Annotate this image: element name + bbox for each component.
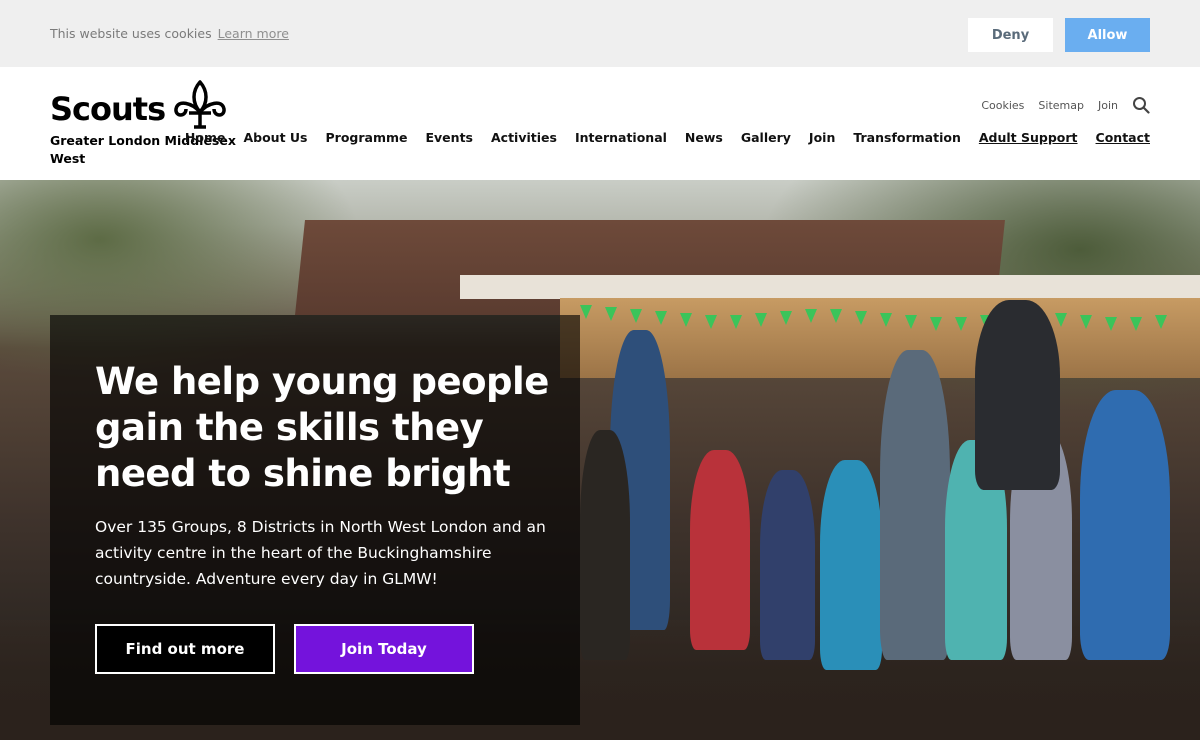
cookie-learn-more-link[interactable]: Learn more	[218, 26, 289, 41]
site-header: Scouts Greater London Middlesex West Coo…	[0, 67, 1200, 180]
nav-contact[interactable]: Contact	[1096, 130, 1150, 145]
utility-nav: Cookies Sitemap Join	[981, 96, 1150, 114]
search-icon[interactable]	[1132, 96, 1150, 114]
nav-join[interactable]: Join	[809, 130, 835, 145]
util-link-cookies[interactable]: Cookies	[981, 99, 1024, 112]
hero-photo-person	[880, 350, 950, 660]
hero-title: We help young people gain the skills the…	[95, 360, 549, 495]
hero-photo-person	[580, 430, 630, 660]
cookie-message-text: This website uses cookies	[50, 26, 212, 41]
util-link-sitemap[interactable]: Sitemap	[1038, 99, 1084, 112]
nav-about-us[interactable]: About Us	[243, 130, 307, 145]
nav-programme[interactable]: Programme	[326, 130, 408, 145]
find-out-more-button[interactable]: Find out more	[95, 624, 275, 674]
hero-photo-person	[760, 470, 815, 660]
nav-international[interactable]: International	[575, 130, 667, 145]
nav-adult-support[interactable]: Adult Support	[979, 130, 1078, 145]
hero-photo-person	[690, 450, 750, 650]
hero-overlay-panel: We help young people gain the skills the…	[50, 315, 580, 725]
cookie-message: This website uses cookies Learn more	[50, 26, 289, 41]
hero-photo-person	[975, 300, 1060, 490]
main-nav: Home About Us Programme Events Activitie…	[185, 130, 1150, 145]
nav-activities[interactable]: Activities	[491, 130, 557, 145]
nav-gallery[interactable]: Gallery	[741, 130, 791, 145]
nav-home[interactable]: Home	[185, 130, 226, 145]
join-today-button[interactable]: Join Today	[294, 624, 474, 674]
hero-description: Over 135 Groups, 8 Districts in North We…	[95, 518, 546, 588]
fleur-de-lis-icon	[174, 80, 226, 129]
cookie-allow-button[interactable]: Allow	[1065, 18, 1150, 52]
hero-photo-bunting	[580, 305, 1167, 331]
hero-section: We help young people gain the skills the…	[0, 180, 1200, 740]
nav-transformation[interactable]: Transformation	[853, 130, 961, 145]
hero-photo-person	[1080, 390, 1170, 660]
logo-wordmark[interactable]: Scouts	[50, 90, 166, 128]
cookie-deny-button[interactable]: Deny	[968, 18, 1053, 52]
hero-photo-person	[820, 460, 882, 670]
util-link-join[interactable]: Join	[1098, 99, 1118, 112]
cookie-banner: This website uses cookies Learn more Deny…	[0, 0, 1200, 67]
nav-events[interactable]: Events	[426, 130, 473, 145]
nav-news[interactable]: News	[685, 130, 723, 145]
